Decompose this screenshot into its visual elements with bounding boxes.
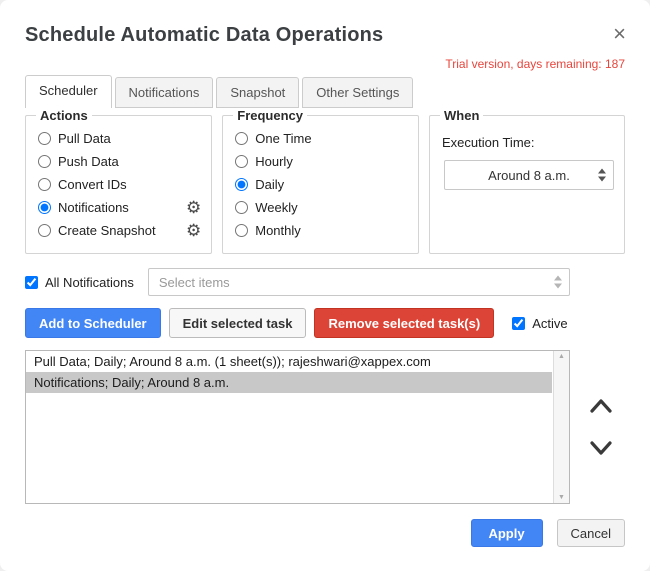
tab-snapshot[interactable]: Snapshot xyxy=(216,77,299,108)
radio-monthly-input[interactable] xyxy=(235,224,248,237)
radio-pull-data[interactable]: Pull Data xyxy=(36,127,201,150)
radio-daily-label: Daily xyxy=(255,177,284,192)
dialog-header: Schedule Automatic Data Operations × xyxy=(0,0,650,47)
radio-daily-input[interactable] xyxy=(235,178,248,191)
when-group: When Execution Time: Around 8 a.m. xyxy=(429,108,625,254)
snapshot-settings-gear-icon[interactable]: ⚙ xyxy=(186,222,201,239)
radio-notifications-label: Notifications xyxy=(58,200,129,215)
tab-other-settings[interactable]: Other Settings xyxy=(302,77,413,108)
radio-create-snapshot-label: Create Snapshot xyxy=(58,223,156,238)
radio-create-snapshot[interactable]: Create Snapshot ⚙ xyxy=(36,219,201,242)
task-item[interactable]: Pull Data; Daily; Around 8 a.m. (1 sheet… xyxy=(26,351,552,372)
cancel-button[interactable]: Cancel xyxy=(557,519,625,547)
radio-daily[interactable]: Daily xyxy=(233,173,408,196)
notifications-settings-gear-icon[interactable]: ⚙ xyxy=(186,199,201,216)
all-notifications-label: All Notifications xyxy=(45,275,134,290)
radio-convert-ids-input[interactable] xyxy=(38,178,51,191)
add-to-scheduler-button[interactable]: Add to Scheduler xyxy=(25,308,161,338)
scheduler-panel: Actions Pull Data Push Data Convert IDs … xyxy=(25,108,625,254)
radio-weekly[interactable]: Weekly xyxy=(233,196,408,219)
radio-pull-data-input[interactable] xyxy=(38,132,51,145)
radio-one-time-input[interactable] xyxy=(235,132,248,145)
spinner-icon xyxy=(554,276,562,289)
chevron-down-icon xyxy=(589,441,613,456)
tab-notifications[interactable]: Notifications xyxy=(115,77,214,108)
radio-notifications[interactable]: Notifications ⚙ xyxy=(36,196,201,219)
radio-hourly-label: Hourly xyxy=(255,154,293,169)
radio-hourly-input[interactable] xyxy=(235,155,248,168)
active-checkbox-input[interactable] xyxy=(512,317,525,330)
schedule-dialog: Schedule Automatic Data Operations × Tri… xyxy=(0,0,650,571)
radio-one-time[interactable]: One Time xyxy=(233,127,408,150)
close-icon[interactable]: × xyxy=(613,24,626,44)
radio-push-data[interactable]: Push Data xyxy=(36,150,201,173)
radio-push-data-input[interactable] xyxy=(38,155,51,168)
frequency-group: Frequency One Time Hourly Daily Weekly M… xyxy=(222,108,419,254)
task-reorder-controls xyxy=(570,350,632,504)
trial-notice: Trial version, days remaining: 187 xyxy=(25,57,625,71)
dialog-footer: Apply Cancel xyxy=(25,519,625,547)
task-actions-row: Add to Scheduler Edit selected task Remo… xyxy=(25,308,650,338)
move-task-up-button[interactable] xyxy=(589,398,613,413)
task-item[interactable]: Notifications; Daily; Around 8 a.m. xyxy=(26,372,552,393)
radio-push-data-label: Push Data xyxy=(58,154,119,169)
execution-time-select[interactable]: Around 8 a.m. xyxy=(444,160,614,190)
remove-selected-task-button[interactable]: Remove selected task(s) xyxy=(314,308,494,338)
listbox-scrollbar[interactable]: ▲ ▼ xyxy=(553,351,569,503)
move-task-down-button[interactable] xyxy=(589,441,613,456)
notification-items-select[interactable]: Select items xyxy=(148,268,570,296)
notifications-filter-row: All Notifications Select items xyxy=(25,268,570,296)
scrollbar-down-icon[interactable]: ▼ xyxy=(558,494,565,501)
all-notifications-checkbox-input[interactable] xyxy=(25,276,38,289)
task-listbox[interactable]: Pull Data; Daily; Around 8 a.m. (1 sheet… xyxy=(25,350,570,504)
tab-scheduler[interactable]: Scheduler xyxy=(25,75,112,108)
radio-pull-data-label: Pull Data xyxy=(58,131,111,146)
frequency-legend: Frequency xyxy=(233,108,307,123)
radio-convert-ids[interactable]: Convert IDs xyxy=(36,173,201,196)
radio-hourly[interactable]: Hourly xyxy=(233,150,408,173)
radio-convert-ids-label: Convert IDs xyxy=(58,177,127,192)
actions-legend: Actions xyxy=(36,108,92,123)
scrollbar-up-icon[interactable]: ▲ xyxy=(558,353,565,360)
notification-items-placeholder: Select items xyxy=(159,275,230,290)
execution-time-label: Execution Time: xyxy=(442,135,614,150)
spinner-icon xyxy=(598,169,606,182)
radio-notifications-input[interactable] xyxy=(38,201,51,214)
active-label: Active xyxy=(532,316,567,331)
radio-one-time-label: One Time xyxy=(255,131,311,146)
when-legend: When xyxy=(440,108,483,123)
all-notifications-checkbox[interactable]: All Notifications xyxy=(25,275,134,290)
radio-weekly-input[interactable] xyxy=(235,201,248,214)
radio-monthly[interactable]: Monthly xyxy=(233,219,408,242)
task-list-row: Pull Data; Daily; Around 8 a.m. (1 sheet… xyxy=(25,350,650,504)
edit-selected-task-button[interactable]: Edit selected task xyxy=(169,308,307,338)
radio-monthly-label: Monthly xyxy=(255,223,301,238)
active-checkbox[interactable]: Active xyxy=(512,316,567,331)
actions-group: Actions Pull Data Push Data Convert IDs … xyxy=(25,108,212,254)
chevron-up-icon xyxy=(589,398,613,413)
radio-create-snapshot-input[interactable] xyxy=(38,224,51,237)
apply-button[interactable]: Apply xyxy=(471,519,543,547)
tab-bar: Scheduler Notifications Snapshot Other S… xyxy=(25,75,625,108)
radio-weekly-label: Weekly xyxy=(255,200,297,215)
execution-time-value: Around 8 a.m. xyxy=(488,168,570,183)
dialog-title: Schedule Automatic Data Operations xyxy=(25,24,383,47)
